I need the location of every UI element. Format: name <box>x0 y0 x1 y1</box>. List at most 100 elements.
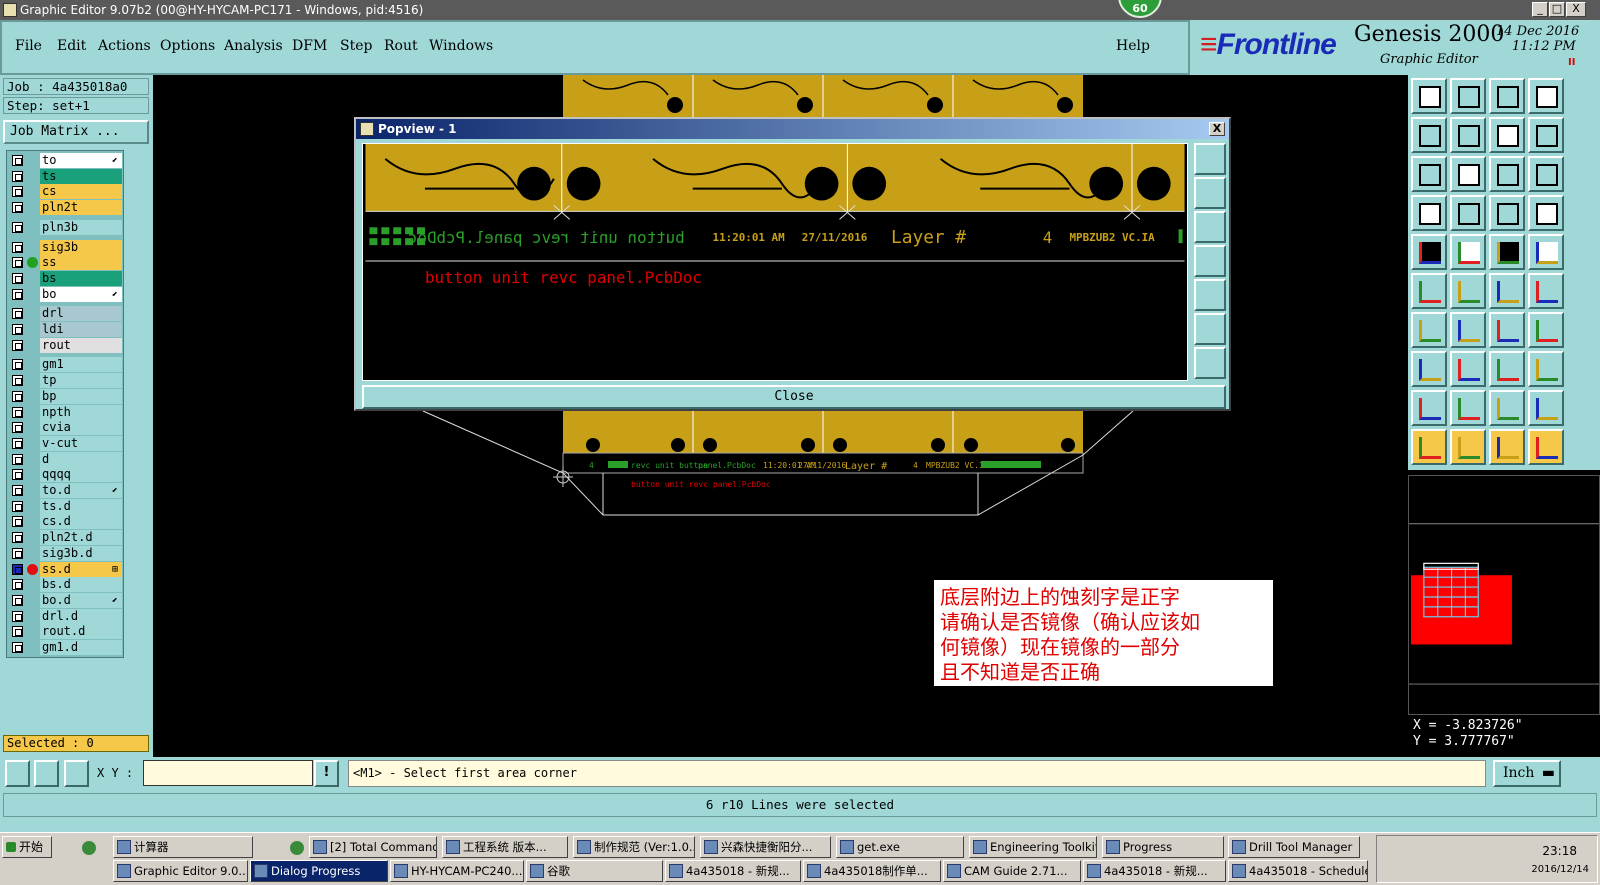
layer-checkbox[interactable] <box>12 579 23 591</box>
angle-line-icon[interactable] <box>1411 312 1447 348</box>
layer-checkbox[interactable] <box>12 500 23 512</box>
popview-pan-down-icon[interactable] <box>1194 211 1226 243</box>
pad-select-icon[interactable] <box>1411 351 1447 387</box>
taskbar-item[interactable]: CAM Guide 2.71... <box>943 860 1081 882</box>
layer-checkbox[interactable] <box>12 563 23 575</box>
layer-row[interactable]: d <box>7 451 125 467</box>
taskbar-item[interactable]: Progress <box>1102 836 1224 858</box>
layer-name[interactable]: bo.d ⬋ <box>40 592 122 608</box>
layer-checkbox[interactable] <box>12 594 23 606</box>
layer-checkbox[interactable] <box>12 241 23 253</box>
layer-row[interactable]: ts.d <box>7 498 125 514</box>
mirror-icon[interactable] <box>1528 312 1564 348</box>
layer-name[interactable]: d <box>40 451 122 467</box>
snap-tool-icon[interactable] <box>5 760 30 787</box>
grid-tool-icon[interactable] <box>64 760 89 787</box>
minimize-button[interactable]: _ <box>1532 2 1548 17</box>
layer-name[interactable]: ss.d ⊞ <box>40 561 122 577</box>
layer-row[interactable]: pln2t.d <box>7 530 125 546</box>
layer-row[interactable]: to ⬋ <box>7 153 125 168</box>
taskbar-item[interactable]: 兴森快捷衡阳分... <box>700 836 831 858</box>
layer-row[interactable]: rout.d <box>7 624 125 640</box>
layer-name[interactable]: bs <box>40 270 122 286</box>
layer-row[interactable]: cvia <box>7 420 125 436</box>
layer-checkbox[interactable] <box>12 485 23 496</box>
layer-checkbox[interactable] <box>12 516 23 528</box>
layer-row[interactable]: cs.d <box>7 514 125 530</box>
layer-name[interactable]: gm1 <box>40 357 122 373</box>
layer-row[interactable]: bo ⬋ <box>7 286 125 302</box>
pointer-edit-icon[interactable] <box>1489 429 1525 465</box>
popview-zoom-out-icon[interactable] <box>1194 347 1226 379</box>
taskbar-item[interactable]: get.exe <box>836 836 964 858</box>
layer-checkbox[interactable] <box>12 406 23 418</box>
layer-row[interactable]: ss.d ⊞ <box>7 561 125 577</box>
center-icon[interactable] <box>1450 156 1486 192</box>
layer-checkbox[interactable] <box>12 642 23 653</box>
popview-close-icon[interactable]: X <box>1209 122 1225 136</box>
reshape-icon[interactable] <box>1528 117 1564 153</box>
layer-checkbox[interactable] <box>12 308 23 320</box>
layer-name[interactable]: pln3b <box>40 219 122 235</box>
layer-name[interactable]: npth <box>40 404 122 420</box>
layer-checkbox[interactable] <box>12 610 23 622</box>
layer-checkbox[interactable] <box>12 221 23 233</box>
layer-row[interactable]: ts <box>7 168 125 184</box>
taskbar-item[interactable]: Drill Tool Manager <box>1228 836 1360 858</box>
taskbar-item[interactable]: HY-HYCAM-PC240... <box>390 860 524 882</box>
layer-row[interactable]: v-cut <box>7 435 125 451</box>
window-split-icon[interactable] <box>1528 78 1564 114</box>
popview-zoom-in-icon[interactable] <box>1194 143 1226 175</box>
triangle-add-icon[interactable] <box>1411 390 1447 426</box>
taskbar-item[interactable]: Dialog Progress <box>250 860 388 882</box>
layer-row[interactable]: bo.d ⬋ <box>7 592 125 608</box>
layer-row[interactable]: gm1 <box>7 357 125 373</box>
rotate-icon[interactable] <box>1489 312 1525 348</box>
hand-tool-icon[interactable] <box>1411 195 1447 231</box>
layer-name[interactable]: cvia <box>40 420 122 436</box>
start-button[interactable]: 开始 <box>2 836 52 858</box>
popview-pan-right-icon[interactable] <box>1194 279 1226 311</box>
popview-titlebar[interactable]: Popview - 1 X <box>356 119 1229 139</box>
layer-row[interactable]: drl <box>7 306 125 322</box>
taskbar-item[interactable]: Graphic Editor 9.0... <box>113 860 248 882</box>
job-matrix-button[interactable]: Job Matrix ... <box>3 120 149 144</box>
layer-name[interactable]: pln2t.d <box>40 530 122 546</box>
layer-row[interactable]: ldi <box>7 322 125 337</box>
arc-icon[interactable] <box>1489 273 1525 309</box>
layer-checkbox[interactable] <box>12 339 23 351</box>
triangle-stretch-icon[interactable] <box>1528 390 1564 426</box>
triangle-move-icon[interactable] <box>1450 390 1486 426</box>
xy-input[interactable] <box>143 760 313 786</box>
layer-row[interactable]: qqqq <box>7 467 125 483</box>
menu-step[interactable]: Step <box>340 38 372 54</box>
line-select-icon[interactable] <box>1450 351 1486 387</box>
layer-row[interactable]: sig3b <box>7 239 125 255</box>
layer-name[interactable]: ss <box>40 255 122 271</box>
menu-actions[interactable]: Actions <box>98 38 151 54</box>
taskbar-item[interactable]: 谷歌 <box>526 860 663 882</box>
layer-name[interactable]: bp <box>40 388 122 404</box>
move-up-icon[interactable] <box>1411 78 1447 114</box>
home-icon[interactable] <box>1489 78 1525 114</box>
menu-rout[interactable]: Rout <box>384 38 418 54</box>
confirm-coord-button[interactable]: ! <box>314 760 339 787</box>
maximize-button[interactable]: □ <box>1549 2 1565 17</box>
layer-row[interactable]: bp <box>7 388 125 404</box>
layer-checkbox[interactable] <box>12 626 23 638</box>
arc-reverse-icon[interactable] <box>1528 273 1564 309</box>
layer-name[interactable]: drl <box>40 306 122 322</box>
taskbar-item[interactable]: 制作规范 (Ver:1.0... <box>573 836 695 858</box>
taskbar-item[interactable]: 4a435018制作单... <box>803 860 941 882</box>
layer-row[interactable]: bs <box>7 270 125 286</box>
layer-name[interactable]: drl.d <box>40 608 122 624</box>
stretch-icon[interactable] <box>1489 351 1525 387</box>
units-select[interactable]: Inch ▬ <box>1493 760 1561 787</box>
layer-name[interactable]: v-cut <box>40 435 122 451</box>
layer-row[interactable]: pln2t <box>7 200 125 216</box>
menu-edit[interactable]: Edit <box>57 38 86 54</box>
layer-row[interactable]: cs <box>7 184 125 200</box>
grid-icon[interactable] <box>1450 195 1486 231</box>
layer-toggle-icon[interactable] <box>1528 195 1564 231</box>
layer-name[interactable]: ts <box>40 168 122 184</box>
